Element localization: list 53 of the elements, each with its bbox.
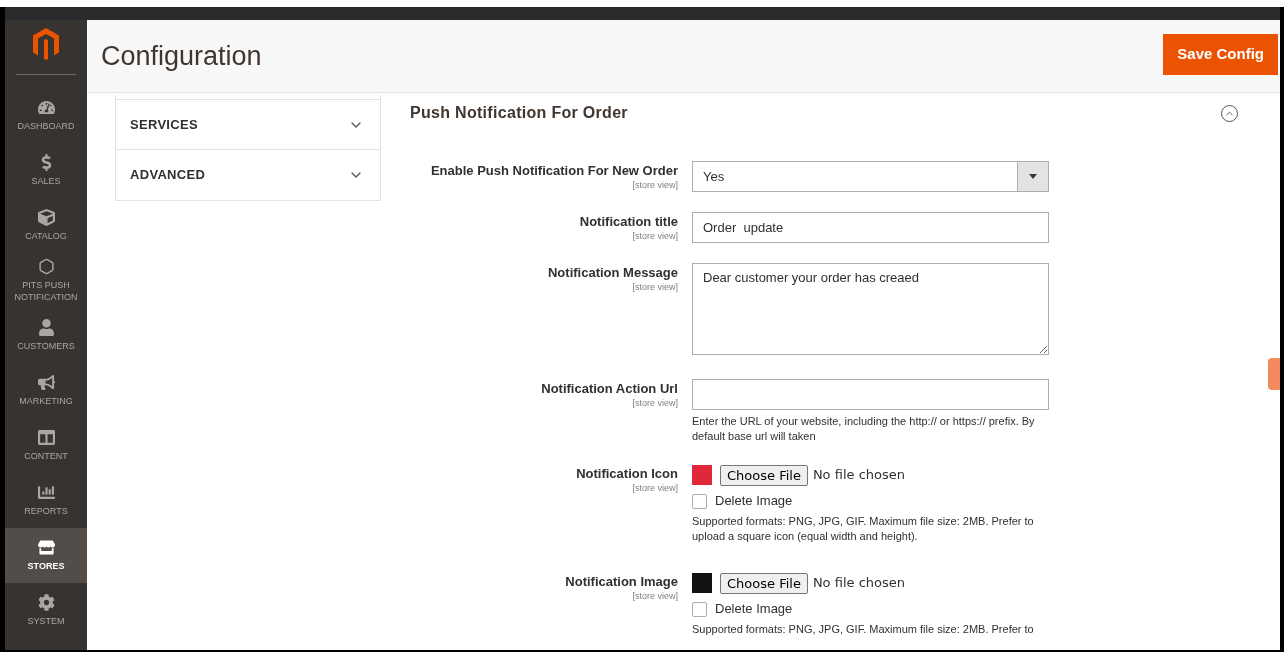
image-thumbnail <box>692 573 712 593</box>
select-field[interactable]: Yes <box>692 161 1049 192</box>
logo-icon <box>33 28 59 60</box>
checkbox-label: Delete Image <box>715 600 793 619</box>
megaphone-icon <box>37 374 55 391</box>
scope-label: [store view] <box>632 590 678 602</box>
hexagon-icon <box>37 258 55 275</box>
scope-label: [store view] <box>632 281 678 293</box>
help-text: Enter the URL of your website, including the http:// or https:// prefix. By default base url will taken <box>692 414 1036 444</box>
sidebar-item[interactable]: STORES <box>5 528 87 583</box>
text-field[interactable] <box>692 379 1049 410</box>
sidebar-item[interactable]: SALES <box>5 143 87 198</box>
choose-file-button[interactable]: Choose File <box>720 464 808 486</box>
storefront-icon <box>37 539 55 556</box>
sidebar-item[interactable]: PITS PUSH NOTIFICATION <box>5 253 87 308</box>
sidebar-item[interactable]: CATALOG <box>5 198 87 253</box>
file-status: No file chosen <box>812 466 905 485</box>
scope-label: [store view] <box>632 230 678 242</box>
scope-label: [store view] <box>632 397 678 409</box>
sidebar-item[interactable]: REPORTS <box>5 473 87 528</box>
text-field[interactable]: Order update <box>692 212 1049 243</box>
field-label: Notification Message <box>547 264 678 281</box>
image-thumbnail <box>692 465 712 485</box>
gauge-icon <box>37 99 55 116</box>
delete-checkbox[interactable] <box>692 493 707 509</box>
field-label: Notification Action Url <box>541 380 678 397</box>
sidebar-item[interactable]: SYSTEM <box>5 583 87 638</box>
field-label: Notification Image <box>565 573 678 590</box>
delete-checkbox[interactable] <box>692 601 707 617</box>
box-icon <box>37 209 55 226</box>
person-icon <box>37 319 55 336</box>
layout-icon <box>37 429 55 446</box>
scope-label: [store view] <box>632 179 678 191</box>
field-label: Notification title <box>579 213 678 230</box>
sidebar-item[interactable]: CONTENT <box>5 418 87 473</box>
section-title: Push Notification For Order <box>410 103 628 123</box>
sidebar-item[interactable]: DASHBOARD <box>5 88 87 143</box>
help-text: Supported formats: PNG, JPG, GIF. Maximum file size: 2MB. Prefer to upload a square icon (equal width and height). <box>692 514 1035 544</box>
field-label: Enable Push Notification For New Order <box>430 162 678 179</box>
sidebar-item[interactable]: CUSTOMERS <box>5 308 87 363</box>
gear-icon <box>37 594 55 611</box>
checkbox-label: Delete Image <box>715 492 793 511</box>
textarea-field[interactable]: Dear customer your order has creaed <box>692 263 1049 355</box>
choose-file-button[interactable]: Choose File <box>720 572 808 594</box>
field-label: Notification Icon <box>576 465 678 482</box>
page-title: Configuration <box>101 39 262 73</box>
file-status: No file chosen <box>812 574 905 593</box>
sidebar-item[interactable]: MARKETING <box>5 363 87 418</box>
side-tab-handle[interactable] <box>1268 358 1280 390</box>
save-config-button[interactable]: Save Config <box>1163 33 1278 75</box>
scope-label: [store view] <box>632 482 678 494</box>
help-text: Supported formats: PNG, JPG, GIF. Maximum file size: 2MB. Prefer to <box>692 622 1035 637</box>
bar-chart-icon <box>37 484 55 501</box>
